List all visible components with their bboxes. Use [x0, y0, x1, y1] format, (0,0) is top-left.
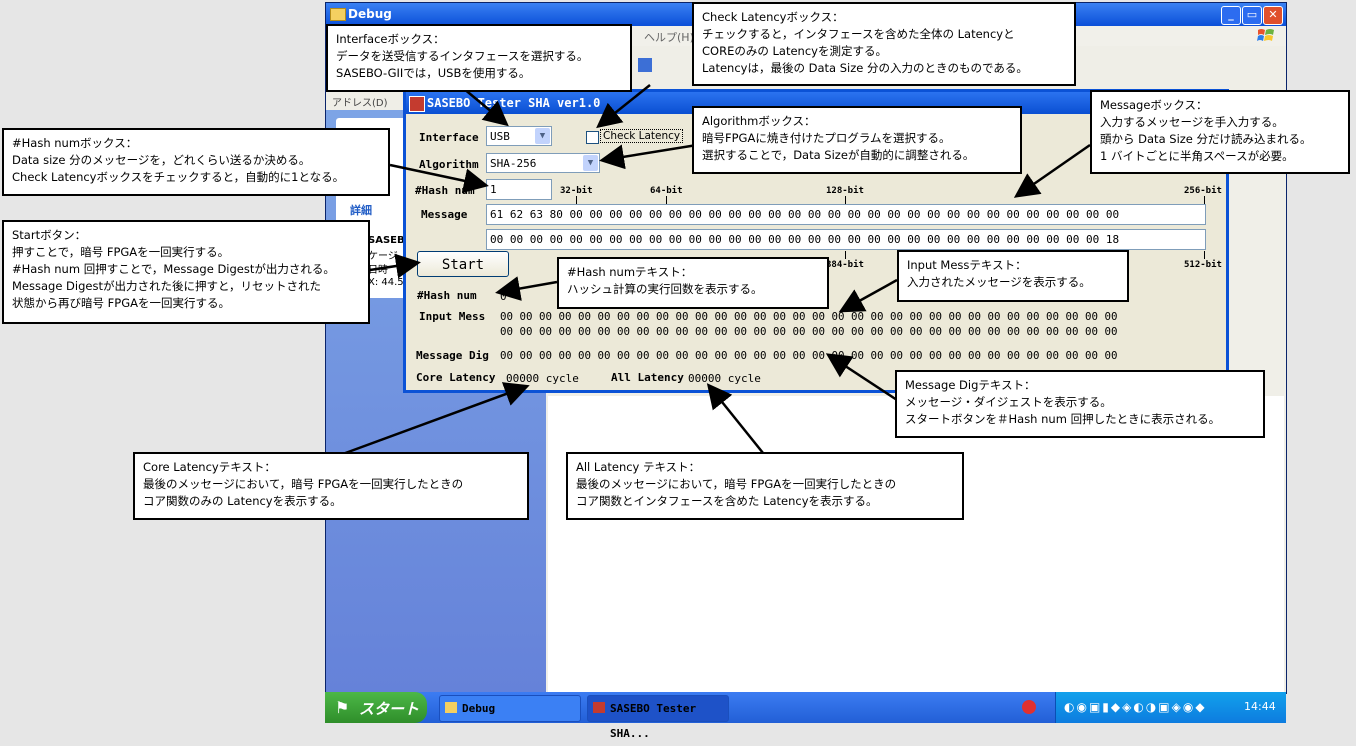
callout-line: 押すことで，暗号 FPGAを一回実行する。: [12, 245, 230, 259]
callout-line: メッセージ・ダイジェストを表示する。: [905, 395, 1112, 409]
callout-line: データを送受信するインタフェースを選択する。: [336, 49, 589, 63]
callout-line: Interfaceボックス：: [336, 32, 445, 46]
callout-line: 入力されたメッセージを表示する。: [907, 275, 1091, 289]
callout-line: チェックすると，インタフェースを含めた全体の Latencyと: [702, 27, 1015, 41]
callout-line: Algorithmボックス：: [702, 114, 816, 128]
callout-line: #Hash numボックス：: [12, 136, 138, 150]
callout-line: 頭から Data Size 分だけ読み込まれる。: [1100, 132, 1312, 146]
callout-line: 状態から再び暗号 FPGAを一回実行する。: [12, 296, 230, 310]
callout-line: All Latency テキスト：: [576, 460, 701, 474]
callout-start-button: Startボタン： 押すことで，暗号 FPGAを一回実行する。 #Hash nu…: [2, 220, 370, 324]
callout-all-latency: All Latency テキスト： 最後のメッセージにおいて，暗号 FPGAを一…: [566, 452, 964, 520]
callout-algorithm: Algorithmボックス： 暗号FPGAに焼き付けたプログラムを選択する。 選…: [692, 106, 1022, 174]
callout-line: ハッシュ計算の実行回数を表示する。: [567, 282, 763, 296]
callout-line: Check Latencyボックス：: [702, 10, 844, 24]
callout-line: 入力するメッセージを手入力する。: [1100, 115, 1284, 129]
callout-core-latency: Core Latencyテキスト： 最後のメッセージにおいて，暗号 FPGAを一…: [133, 452, 529, 520]
callout-line: 選択することで，Data Sizeが自動的に調整される。: [702, 148, 975, 162]
callout-line: 1 バイトごとに半角スペースが必要。: [1100, 149, 1294, 163]
callout-line: Check Latencyボックスをチェックすると，自動的に1となる。: [12, 170, 345, 184]
callout-line: 最後のメッセージにおいて，暗号 FPGAを一回実行したときの: [143, 477, 464, 491]
callout-message-dig: Message Digテキスト： メッセージ・ダイジェストを表示する。 スタート…: [895, 370, 1265, 438]
callout-line: #Hash num 回押すことで，Message Digestが出力される。: [12, 262, 335, 276]
callout-message: Messageボックス： 入力するメッセージを手入力する。 頭から Data S…: [1090, 90, 1350, 174]
callout-line: スタートボタンを＃Hash num 回押したときに表示される。: [905, 412, 1221, 426]
callout-check-latency: Check Latencyボックス： チェックすると，インタフェースを含めた全体…: [692, 2, 1076, 86]
callout-input-mess: Input Messテキスト： 入力されたメッセージを表示する。: [897, 250, 1129, 302]
callout-line: SASEBO-GIIでは，USBを使用する。: [336, 66, 531, 80]
callout-line: Messageボックス：: [1100, 98, 1208, 112]
callout-line: Core Latencyテキスト：: [143, 460, 276, 474]
callout-line: COREのみの Latencyを測定する。: [702, 44, 887, 58]
callout-line: Data size 分のメッセージを，どれくらい送るか決める。: [12, 153, 311, 167]
callout-line: コア関数とインタフェースを含めた Latencyを表示する。: [576, 494, 878, 508]
callout-line: Message Digテキスト：: [905, 378, 1036, 392]
callout-line: #Hash numテキスト：: [567, 265, 693, 279]
callout-line: コア関数のみの Latencyを表示する。: [143, 494, 342, 508]
callout-interface: Interfaceボックス： データを送受信するインタフェースを選択する。 SA…: [326, 24, 632, 92]
callout-line: Input Messテキスト：: [907, 258, 1027, 272]
callout-line: Message Digestが出力された後に押すと，リセットされた: [12, 279, 322, 293]
callout-line: Startボタン：: [12, 228, 87, 242]
callout-hash-num-text: #Hash numテキスト： ハッシュ計算の実行回数を表示する。: [557, 257, 829, 309]
callout-hash-num-box: #Hash numボックス： Data size 分のメッセージを，どれくらい送…: [2, 128, 390, 196]
callout-line: 最後のメッセージにおいて，暗号 FPGAを一回実行したときの: [576, 477, 897, 491]
callout-line: Latencyは，最後の Data Size 分の入力のときのものである。: [702, 61, 1028, 75]
callout-line: 暗号FPGAに焼き付けたプログラムを選択する。: [702, 131, 951, 145]
